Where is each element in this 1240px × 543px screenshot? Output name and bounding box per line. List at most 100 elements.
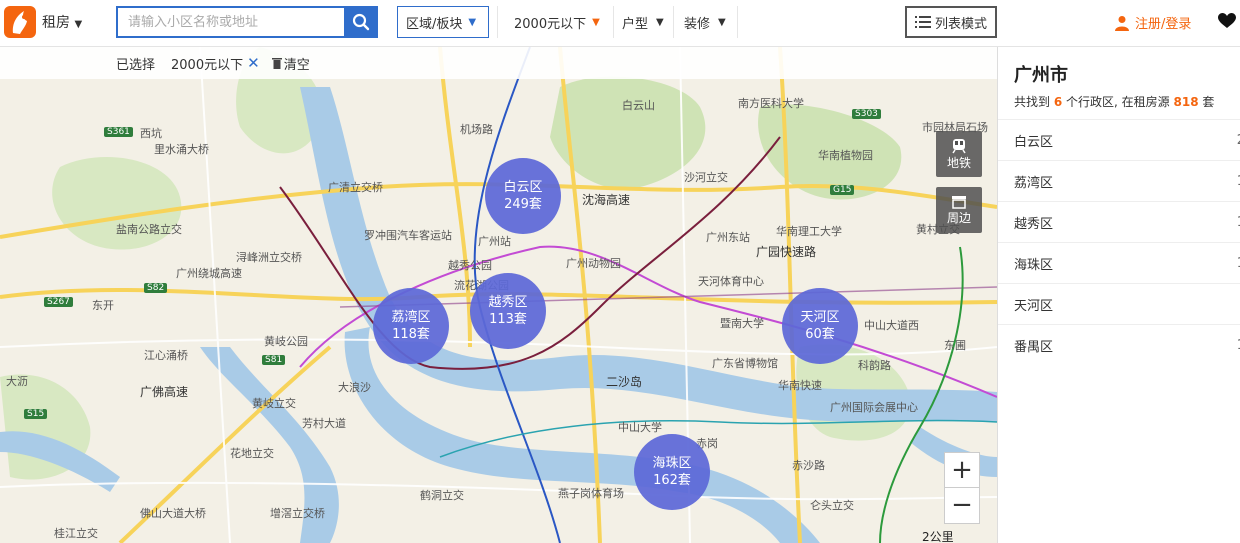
price-filter[interactable]: 2000元以下 ▼ — [506, 6, 614, 38]
district-bubble-yuexiu[interactable]: 越秀区 113套 — [470, 273, 546, 349]
user-icon — [1115, 15, 1129, 31]
caret-down-icon: ▼ — [74, 19, 83, 30]
map-label: 科韵路 — [858, 359, 891, 372]
map-label: 机场路 — [460, 123, 493, 136]
district-name: 白云区 — [1014, 134, 1054, 150]
bubble-count: 118套 — [392, 327, 430, 342]
map-label: 广园快速路 — [756, 245, 817, 259]
nearby-icon — [952, 195, 966, 209]
map-label: 白云山 — [622, 99, 655, 112]
bubble-name: 荔湾区 — [391, 310, 431, 325]
district-count: 6 — [1053, 95, 1063, 109]
room-type-filter-label: 户型 — [622, 16, 649, 32]
district-list-item[interactable]: 番禺区 1 — [998, 324, 1240, 365]
map-label: 大沥 — [6, 375, 28, 388]
favorites-heart-icon[interactable] — [1218, 13, 1236, 33]
map-label: 天河体育中心 — [698, 275, 764, 288]
district-list-item[interactable]: 白云区 2 — [998, 119, 1240, 160]
bubble-count: 113套 — [489, 312, 527, 327]
district-list-item[interactable]: 海珠区 1 — [998, 242, 1240, 283]
listing-count: 818 — [1173, 95, 1199, 109]
map-label: 中山大学 — [618, 421, 662, 434]
bubble-name: 海珠区 — [652, 456, 692, 471]
price-filter-label: 2000元以下 — [514, 16, 587, 32]
map-label: 佛山大道大桥 — [140, 507, 206, 520]
district-sidebar: 广州市 共找到 6 个行政区, 在租房源 818 套 白云区 2 荔湾区 1 越… — [997, 47, 1240, 543]
logo-icon[interactable] — [4, 6, 36, 38]
district-bubble-liwan[interactable]: 荔湾区 118套 — [373, 288, 449, 364]
rent-type-label: 租房 — [42, 15, 70, 31]
road-shield: S361 — [104, 127, 133, 137]
map-label: 华南理工大学 — [776, 225, 842, 238]
map-label: 华南植物园 — [818, 149, 873, 162]
map-canvas[interactable]: 白云山 南方医科大学 华南植物园 机场路 广州站 越秀公园 流花湖公园 广州动物… — [0, 47, 997, 543]
summary-prefix: 共找到 — [1014, 95, 1051, 109]
map-label: 越秀公园 — [448, 259, 492, 272]
road-shield: G15 — [830, 185, 855, 195]
rent-type-selector[interactable]: 租房 ▼ — [42, 12, 82, 32]
road-shield: S303 — [852, 109, 881, 119]
map-label: 沈海高速 — [582, 193, 631, 207]
subway-label: 地铁 — [946, 155, 971, 170]
login-link[interactable]: 注册/登录 — [1115, 13, 1191, 32]
clear-filters-button[interactable]: 清空 — [271, 54, 310, 73]
district-bubble-haizhu[interactable]: 海珠区 162套 — [634, 434, 710, 510]
nearby-button[interactable]: 周边 — [936, 187, 982, 233]
district-name: 番禺区 — [1014, 339, 1054, 355]
map-label: 广佛高速 — [140, 385, 189, 399]
district-name: 越秀区 — [1014, 216, 1054, 232]
map-label: 广州国际会展中心 — [830, 401, 918, 414]
area-filter[interactable]: 区域/板块 ▼ — [397, 6, 489, 38]
selection-bar: 已选择 2000元以下 ✕ 清空 — [0, 47, 997, 79]
decoration-filter[interactable]: 装修 ▼ — [676, 6, 738, 38]
search-button[interactable] — [344, 6, 378, 38]
district-name: 荔湾区 — [1014, 175, 1054, 191]
district-list-item[interactable]: 越秀区 1 — [998, 201, 1240, 242]
zoom-control: + − — [944, 452, 980, 524]
caret-down-icon: ▼ — [656, 16, 664, 28]
map-label: 赤沙路 — [792, 459, 825, 472]
road-shield: S82 — [144, 283, 168, 293]
sidebar-city-title: 广州市 — [1014, 65, 1068, 86]
trash-icon — [271, 58, 282, 69]
decoration-filter-label: 装修 — [684, 16, 711, 32]
map-label: 盐南公路立交 — [116, 223, 182, 236]
map-label: 广州动物园 — [566, 257, 621, 270]
selected-filter-chip: 2000元以下 ✕ — [171, 54, 260, 73]
search-icon — [352, 13, 370, 31]
map-scale: 2公里 — [922, 530, 954, 543]
district-bubble-tianhe[interactable]: 天河区 60套 — [782, 288, 858, 364]
list-mode-button[interactable]: 列表模式 — [905, 6, 997, 38]
map-label: 南方医科大学 — [738, 97, 804, 110]
search-input[interactable] — [118, 8, 348, 36]
caret-down-icon: ▼ — [718, 16, 726, 28]
district-list-item[interactable]: 天河区 — [998, 283, 1240, 324]
subway-button[interactable]: 地铁 — [936, 131, 982, 177]
road-shield: S81 — [262, 355, 286, 365]
caret-down-icon: ▼ — [592, 16, 600, 28]
bubble-name: 天河区 — [800, 310, 840, 325]
map-label: 黄岐立交 — [252, 397, 296, 410]
district-bubble-baiyun[interactable]: 白云区 249套 — [485, 158, 561, 234]
zoom-in-button[interactable]: + — [945, 453, 979, 488]
road-shield: S15 — [24, 409, 48, 419]
map-label: 广州绕城高速 — [176, 267, 242, 280]
district-list-item[interactable]: 荔湾区 1 — [998, 160, 1240, 201]
zoom-out-button[interactable]: − — [945, 488, 979, 522]
list-icon — [914, 16, 931, 28]
map-label: 芳村大道 — [302, 417, 346, 430]
divider — [497, 6, 498, 38]
map-label: 大浪沙 — [338, 381, 371, 394]
area-filter-label: 区域/板块 — [406, 16, 463, 32]
room-type-filter[interactable]: 户型 ▼ — [614, 6, 674, 38]
district-name: 海珠区 — [1014, 257, 1054, 273]
search-box — [116, 6, 348, 38]
map-label: 东开 — [92, 299, 114, 312]
remove-chip-close-icon[interactable]: ✕ — [247, 54, 260, 72]
district-name: 天河区 — [1014, 298, 1054, 314]
chip-label: 2000元以下 — [171, 57, 244, 73]
road-shield: S267 — [44, 297, 73, 307]
map-label: 黄岐公园 — [264, 335, 308, 348]
map-label: 沙河立交 — [684, 171, 728, 184]
subway-icon — [952, 138, 966, 153]
